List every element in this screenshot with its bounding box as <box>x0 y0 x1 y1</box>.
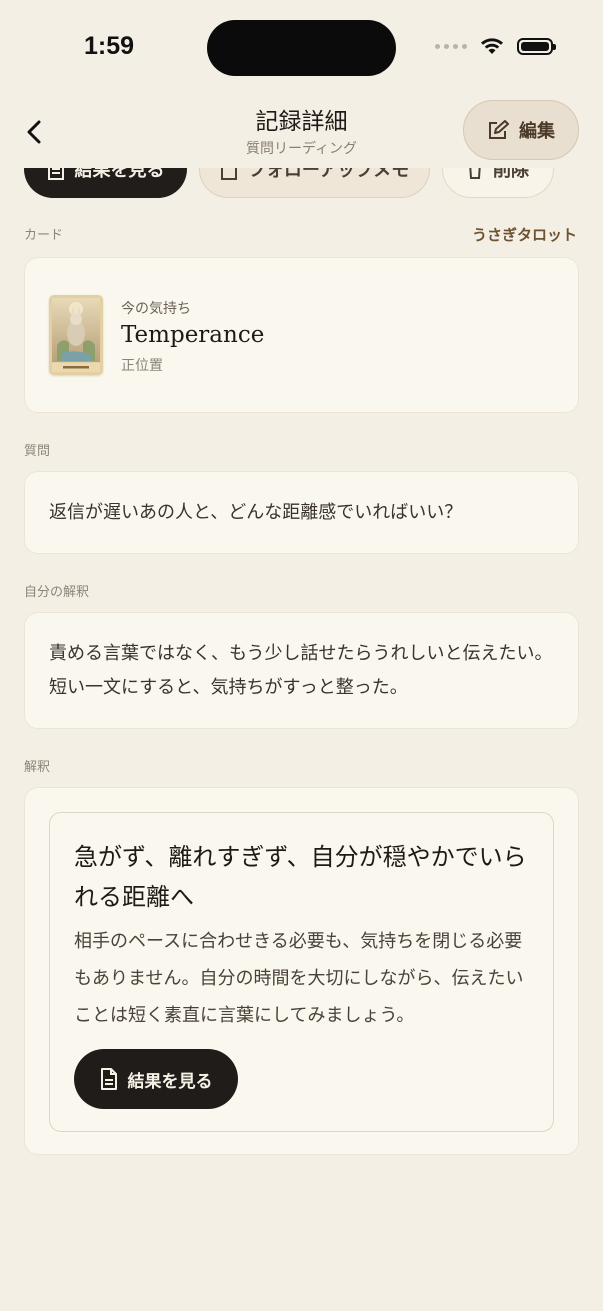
card-section-label: カード <box>24 228 64 243</box>
edit-button[interactable]: 編集 <box>463 100 579 160</box>
status-time: 1:59 <box>84 32 135 60</box>
question-text: 返信が遅いあの人と、どんな距離感でいればいい？ <box>49 502 463 523</box>
interpretation-box: 急がず、離れすぎず、自分が穏やかでいられる距離へ 相手のペースに合わせきる必要も… <box>24 787 579 1155</box>
card-orientation: 正位置 <box>121 358 163 374</box>
own-interpretation-label: 自分の解釈 <box>24 585 90 600</box>
status-icons <box>435 36 556 56</box>
deck-name-link[interactable]: うさぎタロット <box>472 224 577 245</box>
card-position-label: 今の気持ち <box>121 301 191 317</box>
view-result-button[interactable]: 結果を見る <box>74 1049 238 1109</box>
own-interpretation-box: 責める言葉ではなく、もう少し話せたらうれしいと伝えたい。短い一文にすると、気持ち… <box>24 612 579 729</box>
card-name: Temperance <box>121 322 265 348</box>
view-result-label: 結果を見る <box>127 1071 213 1092</box>
wifi-icon <box>481 38 503 54</box>
own-interpretation-text: 責める言葉ではなく、もう少し話せたらうれしいと伝えたい。短い一文にすると、気持ち… <box>49 643 553 698</box>
cellular-signal-icon <box>435 43 467 49</box>
question-box: 返信が遅いあの人と、どんな距離感でいればいい？ <box>24 471 579 554</box>
navigation-header: 記録詳細 質問リーディング 編集 <box>0 96 603 168</box>
battery-icon <box>517 37 556 55</box>
interpretation-inner-card: 急がず、離れすぎず、自分が穏やかでいられる距離へ 相手のペースに合わせきる必要も… <box>49 812 554 1132</box>
interpretation-text: 相手のペースに合わせきる必要も、気持ちを閉じる必要もありません。自分の時間を大切… <box>74 931 524 1026</box>
card-info-box[interactable]: 今の気持ち Temperance 正位置 <box>24 257 579 413</box>
document-icon <box>100 1068 117 1090</box>
interpretation-title: 急がず、離れすぎず、自分が穏やかでいられる距離へ <box>74 843 527 911</box>
tarot-card-image <box>49 295 103 375</box>
dynamic-island <box>207 20 396 76</box>
edit-icon <box>489 120 509 139</box>
edit-label: 編集 <box>519 121 555 142</box>
interpretation-section-label: 解釈 <box>24 760 51 775</box>
question-section-label: 質問 <box>24 444 51 459</box>
